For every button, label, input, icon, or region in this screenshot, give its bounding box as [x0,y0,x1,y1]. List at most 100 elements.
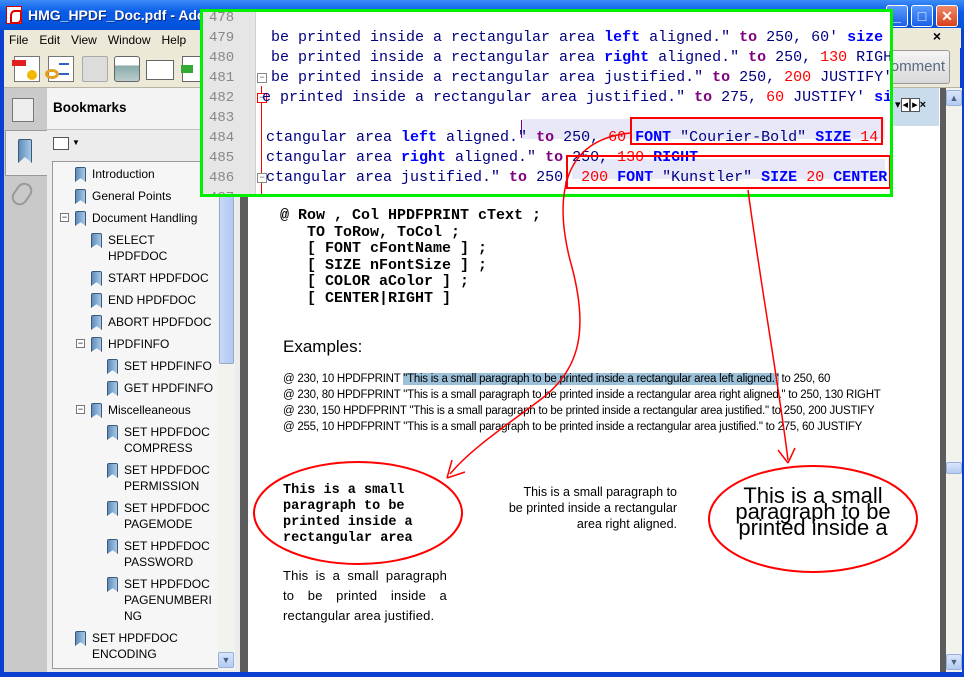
bookmark-label: HPDFINFO [108,337,170,351]
bookmark-label: SET HPDFDOC PASSWORD [124,539,210,569]
bookmark-icon [91,233,102,248]
arrow-left-icon[interactable]: ◂ [900,98,911,112]
code-token: ctangular area [266,129,402,146]
bookmark-label: Miscelleaneous [108,403,191,417]
code-token: be printed inside a rectangular area [271,29,605,46]
code-token: RIGHT [856,49,893,66]
code-token: to [739,29,758,46]
menu-edit[interactable]: Edit [34,30,66,47]
example-line: @ 230, 150 HPDFPRINT "This is a small pa… [283,405,875,417]
courier-paragraph: This is a small paragraph to be printed … [283,483,413,546]
panel-close-icon[interactable]: × [920,99,926,111]
code-token: size [847,29,884,46]
navigation-pane-tabs [4,88,48,672]
bookmark-label: SET HPDFDOC PERMISSION [124,463,210,493]
arrow-right-icon[interactable]: ▸ [910,98,920,112]
code-token: aligned." [446,149,546,166]
justified-paragraph: This is a small paragraph to be printed … [283,568,447,623]
example-line: @ 255, 10 HPDFPRINT "This is a small par… [283,421,862,433]
code-token: 60 [766,89,785,106]
example-prefix: @ 230, 150 HPDFPRINT [283,405,410,417]
code-token: to [694,89,713,106]
scroll-up-button[interactable]: ▲ [946,90,962,106]
example-prefix: @ 230, 80 HPDFPRINT [283,389,404,401]
example-suffix: to 250, 200 JUSTIFY [768,405,875,417]
create-pdf-icon[interactable] [12,56,40,82]
menu-file[interactable]: File [4,30,34,47]
close-button[interactable]: ✕ [936,5,958,27]
options-icon[interactable] [53,137,69,150]
bookmark-icon [107,463,118,478]
bookmarks-scrollbar[interactable]: ▼ [218,160,235,670]
toolbar-close-button[interactable]: × [893,28,961,48]
example-text: "This is a small paragraph to be printed… [403,389,786,401]
bookmark-icon [75,167,86,182]
bookmark-icon [107,359,118,374]
email-icon[interactable] [146,60,174,80]
code-token: to [748,49,767,66]
code-token: JUSTIFY' [784,89,875,106]
bookmark-label: Document Handling [92,211,198,225]
paperclip-icon[interactable] [8,179,36,209]
menu-window[interactable]: Window [103,30,157,47]
pages-icon[interactable] [12,98,34,122]
bookmark-icon [107,539,118,554]
code-line: be printed inside a rectangular area jus… [271,68,890,88]
fold-toggle[interactable]: − [257,73,267,83]
bookmarks-tab[interactable] [5,130,47,176]
bookmark-icon [91,315,102,330]
example-suffix: to 250, 60 [778,373,831,385]
bookmark-label: SET HPDFINFO [124,359,212,373]
bookmark-icon [107,381,118,396]
annotation-box [566,155,890,189]
scroll-down-button[interactable]: ▼ [946,654,962,670]
example-text: "This is a small paragraph to be printed… [403,421,763,433]
example-text: "This is a small paragraph to be printed… [409,405,769,417]
bookmark-icon [18,139,32,163]
bookmark-label: SELECT HPDFDOC [108,233,168,263]
examples-heading: Examples: [283,337,363,356]
bookmark-label: Outline [92,668,214,669]
code-token: aligned." [640,29,740,46]
bookmark-label: General Points [92,189,172,203]
collapse-toggle[interactable]: − [60,213,69,222]
selected-text[interactable]: "This is a small paragraph to be printed… [403,373,779,385]
save-icon[interactable] [82,56,108,82]
maximize-button[interactable]: □ [911,5,933,27]
code-token: to [712,69,731,86]
centered-large-paragraph: This is a small paragraph to be printed … [735,483,891,540]
print-icon[interactable] [114,56,140,82]
code-token: be printed inside a rectangular area [271,49,605,66]
code-line: be printed inside a rectangular area rig… [271,48,893,68]
syntax-block: @ Row , Col HPDFPRINT cText ; TO ToRow, … [280,207,542,307]
document-scrollbar[interactable]: ▲ ▼ [946,88,962,672]
code-token: left [604,29,641,46]
scroll-down-button[interactable]: ▼ [218,652,234,668]
chevron-down-icon[interactable]: ▼ [72,138,80,147]
code-token: 275, [712,89,767,106]
chevron-down-icon[interactable]: ▾ [895,99,901,111]
bookmark-label: SET HPDFDOC ENCODING [92,631,178,661]
example-line: @ 230, 80 HPDFPRINT "This is a small par… [283,389,881,401]
collapse-toggle[interactable]: − [76,339,85,348]
window-title: HMG_HPDF_Doc.pdf - Adobe [28,7,222,23]
bookmark-icon [75,189,86,204]
code-token: be printed inside a rectangular area jus… [271,69,713,86]
code-token: to [545,149,564,166]
open-icon[interactable] [45,56,74,82]
bookmark-label: START HPDFDOC [108,271,209,285]
right-aligned-paragraph: This is a small paragraph to be printed … [508,485,677,531]
bookmark-icon [75,631,86,646]
collapse-toggle[interactable]: − [76,405,85,414]
bookmark-label: END HPDFDOC [108,293,197,307]
scrollbar-thumb[interactable] [946,462,962,474]
annotation-box [630,117,883,145]
code-token: 200 [784,69,812,86]
bookmark-label: SET HPDFDOC COMPRESS [124,425,210,455]
menu-help[interactable]: Help [157,30,193,47]
code-token: aligned." [649,49,749,66]
menu-view[interactable]: View [66,30,103,47]
bookmark-icon [75,211,86,226]
bookmark-icon [107,501,118,516]
example-line: @ 230, 10 HPDFPRINT "This is a small par… [283,373,830,385]
